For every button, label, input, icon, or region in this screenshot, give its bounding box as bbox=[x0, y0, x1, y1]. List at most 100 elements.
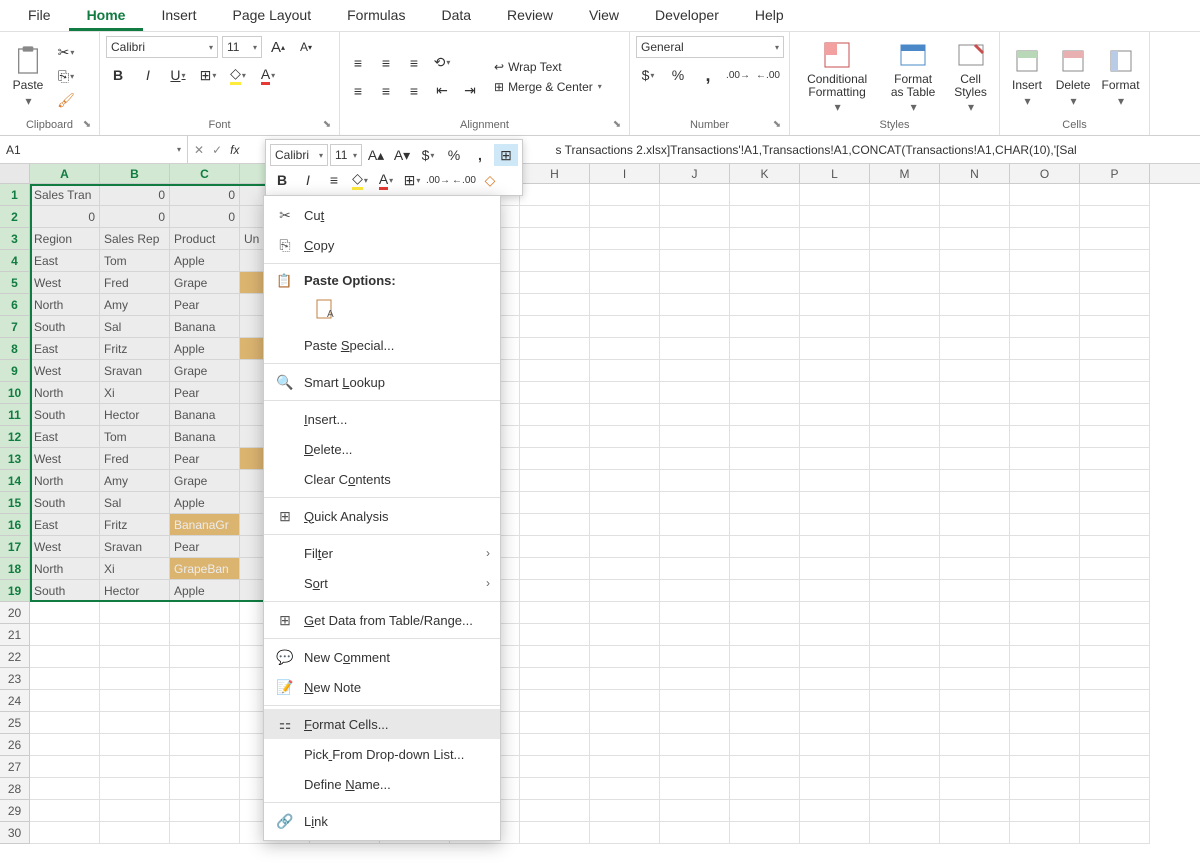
cell-J6[interactable] bbox=[660, 294, 730, 316]
cell-I25[interactable] bbox=[590, 712, 660, 734]
cell-N28[interactable] bbox=[940, 778, 1010, 800]
cell-J30[interactable] bbox=[660, 822, 730, 844]
row-header-26[interactable]: 26 bbox=[0, 734, 29, 756]
cell-I13[interactable] bbox=[590, 448, 660, 470]
cell-H17[interactable] bbox=[520, 536, 590, 558]
row-header-7[interactable]: 7 bbox=[0, 316, 29, 338]
cell-B6[interactable]: Amy bbox=[100, 294, 170, 316]
cell-N17[interactable] bbox=[940, 536, 1010, 558]
cell-N25[interactable] bbox=[940, 712, 1010, 734]
cell-I29[interactable] bbox=[590, 800, 660, 822]
cell-C6[interactable]: Pear bbox=[170, 294, 240, 316]
cell-H11[interactable] bbox=[520, 404, 590, 426]
cell-L8[interactable] bbox=[800, 338, 870, 360]
cell-B5[interactable]: Fred bbox=[100, 272, 170, 294]
row-header-22[interactable]: 22 bbox=[0, 646, 29, 668]
col-header-L[interactable]: L bbox=[800, 164, 870, 183]
cell-M23[interactable] bbox=[870, 668, 940, 690]
cell-K21[interactable] bbox=[730, 624, 800, 646]
cell-M30[interactable] bbox=[870, 822, 940, 844]
cell-I26[interactable] bbox=[590, 734, 660, 756]
cell-J27[interactable] bbox=[660, 756, 730, 778]
cell-C23[interactable] bbox=[170, 668, 240, 690]
cell-K20[interactable] bbox=[730, 602, 800, 624]
cell-I23[interactable] bbox=[590, 668, 660, 690]
cell-H9[interactable] bbox=[520, 360, 590, 382]
cell-H28[interactable] bbox=[520, 778, 590, 800]
cell-K13[interactable] bbox=[730, 448, 800, 470]
cell-N29[interactable] bbox=[940, 800, 1010, 822]
menu-page-layout[interactable]: Page Layout bbox=[214, 0, 329, 31]
cell-C27[interactable] bbox=[170, 756, 240, 778]
cell-A11[interactable]: South bbox=[30, 404, 100, 426]
cell-A26[interactable] bbox=[30, 734, 100, 756]
cell-C3[interactable]: Product bbox=[170, 228, 240, 250]
row-header-12[interactable]: 12 bbox=[0, 426, 29, 448]
row-header-9[interactable]: 9 bbox=[0, 360, 29, 382]
cell-O9[interactable] bbox=[1010, 360, 1080, 382]
cell-M26[interactable] bbox=[870, 734, 940, 756]
name-box[interactable]: A1▾ bbox=[0, 136, 188, 163]
cell-N11[interactable] bbox=[940, 404, 1010, 426]
cell-A15[interactable]: South bbox=[30, 492, 100, 514]
cell-N26[interactable] bbox=[940, 734, 1010, 756]
cell-J22[interactable] bbox=[660, 646, 730, 668]
cell-C22[interactable] bbox=[170, 646, 240, 668]
cell-L19[interactable] bbox=[800, 580, 870, 602]
mini-inc-decimal-icon[interactable]: .00→ bbox=[426, 169, 450, 191]
align-left-icon[interactable]: ≡ bbox=[346, 80, 370, 102]
cell-H2[interactable] bbox=[520, 206, 590, 228]
cell-O12[interactable] bbox=[1010, 426, 1080, 448]
cell-C28[interactable] bbox=[170, 778, 240, 800]
cell-K19[interactable] bbox=[730, 580, 800, 602]
cell-J26[interactable] bbox=[660, 734, 730, 756]
cell-N12[interactable] bbox=[940, 426, 1010, 448]
cell-A14[interactable]: North bbox=[30, 470, 100, 492]
cell-P28[interactable] bbox=[1080, 778, 1150, 800]
cell-B16[interactable]: Fritz bbox=[100, 514, 170, 536]
cell-L7[interactable] bbox=[800, 316, 870, 338]
mini-size-combo[interactable]: 11▾ bbox=[330, 144, 362, 166]
cell-C8[interactable]: Apple bbox=[170, 338, 240, 360]
cell-K15[interactable] bbox=[730, 492, 800, 514]
cell-P16[interactable] bbox=[1080, 514, 1150, 536]
cell-J1[interactable] bbox=[660, 184, 730, 206]
cell-J11[interactable] bbox=[660, 404, 730, 426]
cell-H3[interactable] bbox=[520, 228, 590, 250]
cell-I11[interactable] bbox=[590, 404, 660, 426]
col-header-N[interactable]: N bbox=[940, 164, 1010, 183]
decrease-decimal-icon[interactable]: ←.00 bbox=[756, 64, 780, 86]
row-header-2[interactable]: 2 bbox=[0, 206, 29, 228]
cell-L24[interactable] bbox=[800, 690, 870, 712]
cell-M18[interactable] bbox=[870, 558, 940, 580]
copy-button[interactable]: ⎘▾ bbox=[54, 66, 78, 88]
cell-J12[interactable] bbox=[660, 426, 730, 448]
mini-decrease-font-icon[interactable]: A▾ bbox=[390, 144, 414, 166]
cell-J13[interactable] bbox=[660, 448, 730, 470]
cell-P26[interactable] bbox=[1080, 734, 1150, 756]
font-launcher-icon[interactable]: ⬊ bbox=[321, 119, 333, 131]
cell-A1[interactable]: Sales Tran bbox=[30, 184, 100, 206]
cell-O27[interactable] bbox=[1010, 756, 1080, 778]
cell-N7[interactable] bbox=[940, 316, 1010, 338]
format-painter-button[interactable]: 🖌 bbox=[54, 90, 78, 112]
cell-M9[interactable] bbox=[870, 360, 940, 382]
cm-format-cells[interactable]: ⚏Format Cells... bbox=[264, 709, 500, 739]
col-header-M[interactable]: M bbox=[870, 164, 940, 183]
cell-N4[interactable] bbox=[940, 250, 1010, 272]
cell-C26[interactable] bbox=[170, 734, 240, 756]
font-color-button[interactable]: A▾ bbox=[256, 64, 280, 86]
cell-I15[interactable] bbox=[590, 492, 660, 514]
cell-I17[interactable] bbox=[590, 536, 660, 558]
menu-view[interactable]: View bbox=[571, 0, 637, 31]
cell-B23[interactable] bbox=[100, 668, 170, 690]
mini-font-color-icon[interactable]: A▾ bbox=[374, 169, 398, 191]
mini-bold-button[interactable]: B bbox=[270, 169, 294, 191]
cell-L17[interactable] bbox=[800, 536, 870, 558]
cell-I24[interactable] bbox=[590, 690, 660, 712]
bold-button[interactable]: B bbox=[106, 64, 130, 86]
cell-O28[interactable] bbox=[1010, 778, 1080, 800]
cell-J14[interactable] bbox=[660, 470, 730, 492]
mini-fill-color-icon[interactable]: ◇▾ bbox=[348, 169, 372, 191]
cell-O5[interactable] bbox=[1010, 272, 1080, 294]
